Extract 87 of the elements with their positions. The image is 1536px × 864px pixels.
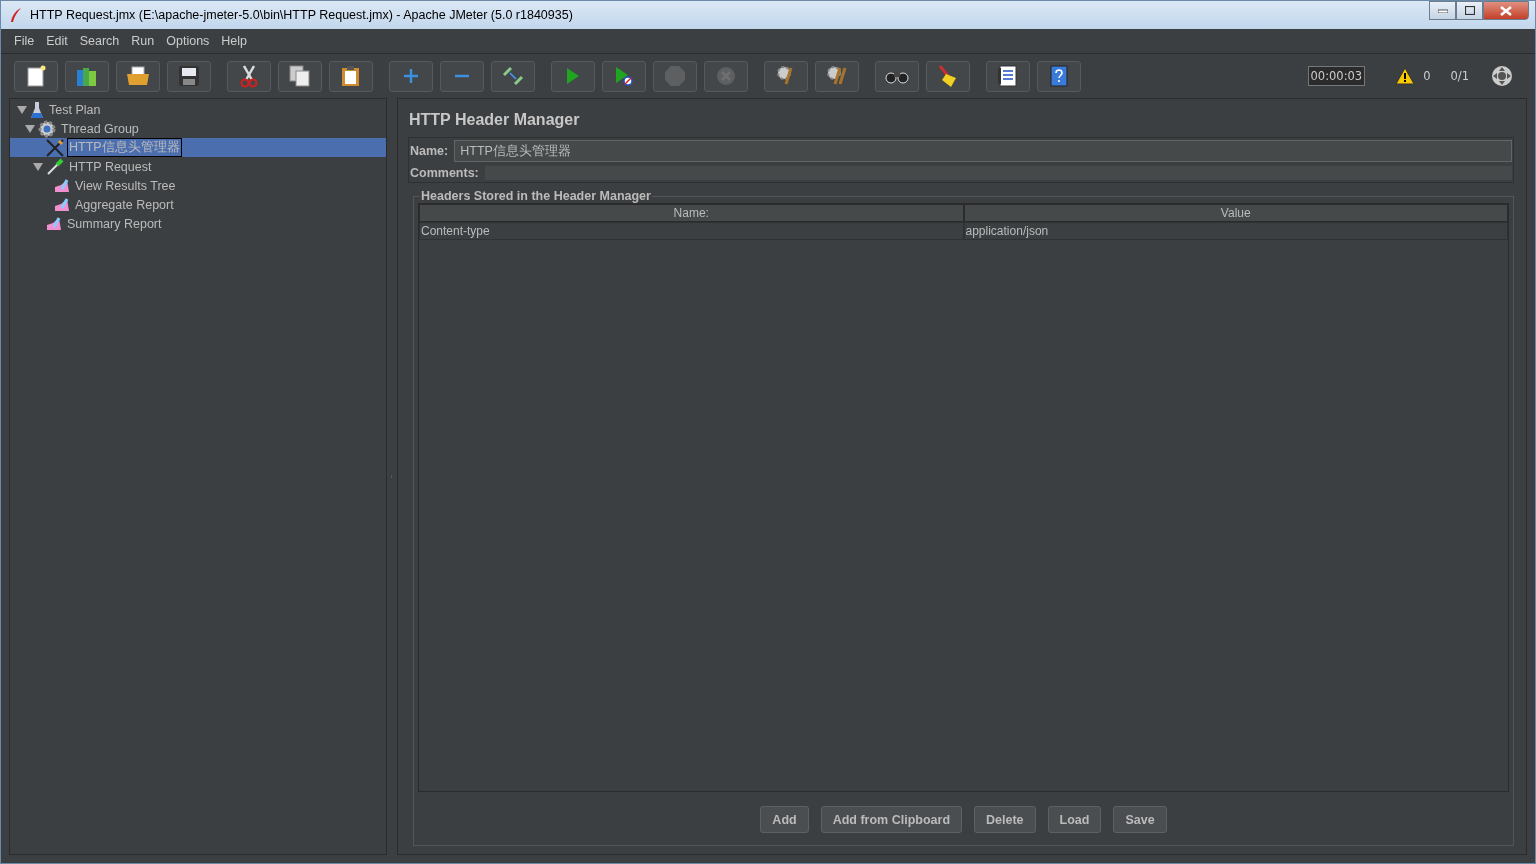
comments-field[interactable]: [484, 166, 1512, 180]
elapsed-time: 00:00:03: [1307, 66, 1366, 86]
blank-page-icon: [26, 65, 46, 87]
pipette-icon: [46, 157, 64, 176]
close-icon: [1500, 5, 1512, 16]
help-book-icon: [1050, 65, 1068, 87]
tree-item-label: HTTP信息头管理器: [67, 138, 182, 157]
column-header[interactable]: Name:: [419, 204, 964, 222]
action-button[interactable]: Load: [1047, 806, 1102, 833]
table-cell: Content-type: [419, 222, 964, 240]
toolbar-button[interactable]: [491, 60, 535, 92]
expand-caret-icon[interactable]: [25, 124, 35, 133]
toolbar-button[interactable]: [1037, 60, 1081, 92]
toolbar-button[interactable]: [167, 60, 211, 92]
broom-icon: [937, 64, 959, 88]
menu-item[interactable]: Help: [221, 34, 248, 48]
window-title: HTTP Request.jmx (E:\apache-jmeter-5.0\bin\HTTP Request.jmx) - Apache JMeter (5.0 r1840935): [30, 8, 573, 22]
action-button[interactable]: Save: [1113, 806, 1167, 833]
scissors-icon: [239, 64, 259, 88]
name-label: Name:: [410, 144, 449, 158]
minimize-button[interactable]: [1429, 1, 1456, 20]
minimize-icon: [1437, 8, 1448, 13]
warning-count: 0: [1423, 69, 1431, 83]
tree-item-label: Aggregate Report: [74, 196, 175, 213]
tree-row[interactable]: Summary Report: [10, 214, 386, 233]
toolbar-button[interactable]: [926, 60, 970, 92]
name-field[interactable]: HTTP信息头管理器: [454, 140, 1512, 162]
toolbar-button[interactable]: [227, 60, 271, 92]
minus-icon: [454, 74, 470, 78]
column-header[interactable]: Value: [963, 204, 1508, 222]
thread-count: 0/1: [1450, 69, 1469, 83]
flask-icon: [30, 100, 44, 119]
gear-icon: [38, 119, 56, 138]
action-button[interactable]: Add: [760, 806, 809, 833]
play-icon: [566, 67, 580, 85]
chart-icon: [46, 216, 62, 231]
comments-label: Comments:: [410, 166, 479, 180]
tree-item-label: Summary Report: [66, 215, 163, 232]
copy-icon: [289, 65, 311, 87]
action-button[interactable]: Delete: [974, 806, 1036, 833]
tree-item-label: Test Plan: [48, 101, 102, 118]
chart-icon: [54, 178, 70, 193]
tree-item-label: Thread Group: [60, 120, 140, 137]
expand-caret-icon[interactable]: [17, 105, 27, 114]
toolbar-button[interactable]: [116, 60, 160, 92]
toolbar-button[interactable]: [278, 60, 322, 92]
menu-item[interactable]: Run: [131, 34, 155, 48]
feather-icon: [9, 7, 23, 23]
action-button[interactable]: Add from Clipboard: [820, 806, 963, 833]
toolbar-button[interactable]: [14, 60, 58, 92]
tree-item-label: HTTP Request: [68, 158, 153, 175]
menu-item[interactable]: Search: [79, 34, 120, 48]
tree-item-label: View Results Tree: [74, 177, 177, 194]
toolbar-button[interactable]: [815, 60, 859, 92]
toolbar-button[interactable]: [329, 60, 373, 92]
expand-caret-icon[interactable]: [33, 162, 43, 171]
panel-title: HTTP Header Manager: [408, 110, 581, 130]
crossed-tools-icon: [46, 138, 64, 157]
menu-item[interactable]: File: [14, 34, 35, 48]
maximize-icon: [1464, 6, 1475, 15]
notebook-icon: [997, 65, 1019, 87]
toggle-icon: [502, 65, 524, 87]
maximize-button[interactable]: [1456, 1, 1483, 20]
play-no-timer-icon: [615, 66, 633, 86]
tree-row[interactable]: Aggregate Report: [10, 195, 386, 214]
toolbar-button[interactable]: [764, 60, 808, 92]
menu-item[interactable]: Edit: [46, 34, 68, 48]
tree-row[interactable]: Test Plan: [10, 100, 386, 119]
group-title: Headers Stored in the Header Manager: [420, 189, 652, 203]
table-cell: application/json: [963, 222, 1508, 240]
close-button[interactable]: [1483, 1, 1529, 20]
toolbar-button[interactable]: [986, 60, 1030, 92]
clipboard-icon: [341, 65, 361, 87]
remote-status-icon: [1491, 65, 1513, 87]
tree-row[interactable]: Thread Group: [10, 119, 386, 138]
toolbar-button[interactable]: [875, 60, 919, 92]
stop-sign-icon: [664, 65, 686, 87]
chart-icon: [54, 197, 70, 212]
tree-row[interactable]: HTTP Request: [10, 157, 386, 176]
plus-icon: [403, 68, 419, 84]
warning-icon: [1395, 67, 1416, 85]
folder-icon: [126, 66, 150, 86]
tree-row[interactable]: View Results Tree: [10, 176, 386, 195]
books-icon: [75, 65, 99, 87]
menu-item[interactable]: Options: [166, 34, 210, 48]
toolbar-button[interactable]: [65, 60, 109, 92]
cross-circle-icon: [716, 66, 736, 86]
